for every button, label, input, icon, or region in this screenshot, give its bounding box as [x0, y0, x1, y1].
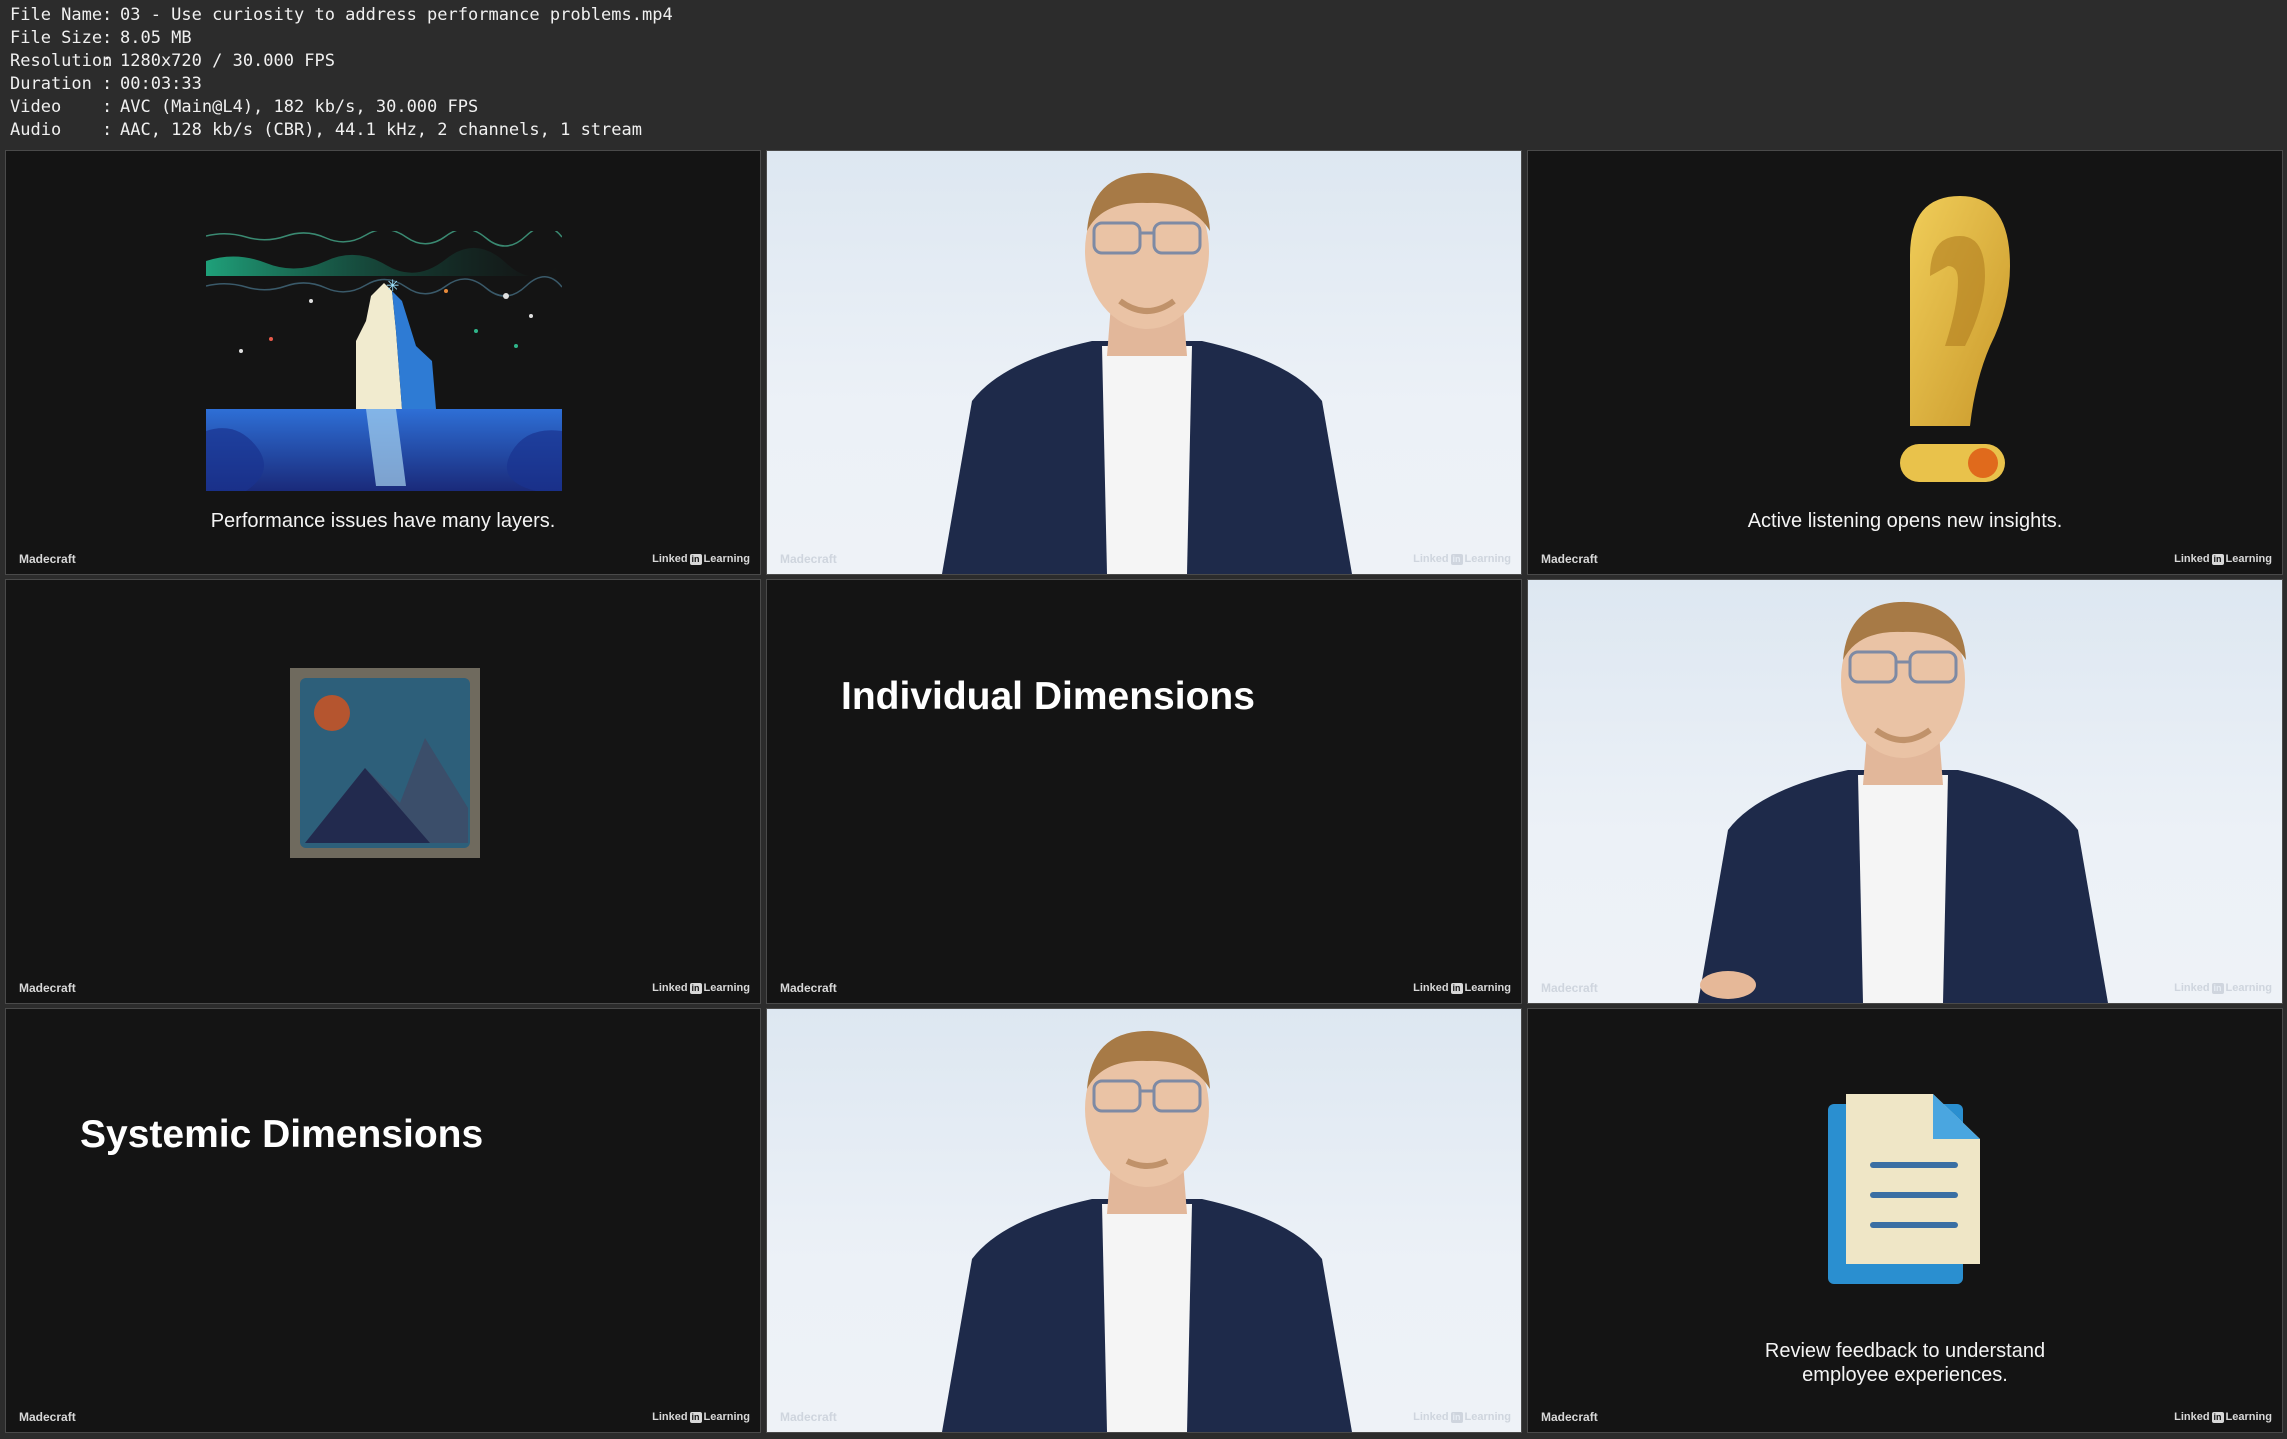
- presenter-figure: [942, 172, 1352, 574]
- madecraft-watermark: Madecraft: [19, 1410, 76, 1424]
- madecraft-watermark: Madecraft: [780, 1410, 837, 1424]
- ear-exclamation-icon: [1900, 196, 2010, 482]
- linkedin-learning-logo: Linked in Learning: [1413, 553, 1511, 565]
- linkedin-in-icon: in: [689, 982, 702, 994]
- file-info-key: Video: [10, 97, 62, 117]
- video-frame-5: Individual Dimensions Madecraft Linked in…: [766, 579, 1522, 1004]
- logo-text: Learning: [1464, 982, 1511, 994]
- frame-caption: Performance issues have many layers.: [210, 510, 556, 532]
- madecraft-watermark: Madecraft: [19, 981, 76, 995]
- logo-text: Linked: [1413, 982, 1449, 994]
- linkedin-in-icon: in: [1450, 1411, 1463, 1423]
- presenter-figure: [1698, 601, 2108, 1003]
- file-info-separator: :: [102, 97, 113, 117]
- logo-text: Linked: [2174, 553, 2210, 565]
- logo-text: Learning: [2225, 982, 2272, 994]
- linkedin-learning-logo: Linked in Learning: [2174, 553, 2272, 565]
- logo-text: Learning: [1464, 1411, 1511, 1423]
- linkedin-in-icon: in: [1450, 553, 1463, 565]
- caption-line: Review feedback to understand: [1764, 1340, 2046, 1362]
- file-info-key: Resolution: [10, 51, 113, 71]
- file-info-value: 03 - Use curiosity to address performanc…: [120, 5, 673, 25]
- file-info-value: 00:03:33: [120, 74, 202, 94]
- video-frame-2: Madecraft Linked in Learning: [766, 150, 1522, 575]
- file-info-value: AAC, 128 kb/s (CBR), 44.1 kHz, 2 channel…: [120, 120, 642, 140]
- caption-line: employee experiences.: [1802, 1364, 2008, 1386]
- slide-title: Systemic Dimensions: [80, 1113, 484, 1156]
- linkedin-learning-logo: Linked in Learning: [2174, 1411, 2272, 1423]
- logo-text: Linked: [652, 553, 688, 565]
- file-info-panel: File Name:03 - Use curiosity to address …: [10, 4, 673, 142]
- file-info-separator: :: [102, 120, 113, 140]
- file-info-key: Duration: [10, 74, 92, 94]
- linkedin-in-icon: in: [689, 1411, 702, 1423]
- image-placeholder-icon: [290, 668, 480, 858]
- logo-text: Learning: [703, 982, 750, 994]
- linkedin-in-icon: in: [2211, 982, 2224, 994]
- video-frame-1: ✳ Performance issues have many layers. M…: [5, 150, 761, 575]
- logo-text: Learning: [703, 1411, 750, 1423]
- document-icon: [1828, 1094, 1980, 1284]
- linkedin-in-icon: in: [2211, 553, 2224, 565]
- file-info-key: File Name: [10, 5, 103, 25]
- file-info-key: Audio: [10, 120, 62, 140]
- svg-text:✳: ✳: [386, 276, 399, 295]
- madecraft-watermark: Madecraft: [780, 981, 837, 995]
- logo-text: Learning: [2225, 553, 2272, 565]
- madecraft-watermark: Madecraft: [19, 552, 76, 566]
- file-info-row: File Name:03 - Use curiosity to address …: [10, 4, 673, 27]
- linkedin-learning-logo: Linked in Learning: [652, 982, 750, 994]
- madecraft-watermark: Madecraft: [780, 552, 837, 566]
- logo-text: Linked: [2174, 982, 2210, 994]
- linkedin-learning-logo: Linked in Learning: [1413, 1411, 1511, 1423]
- iceberg-illustration: ✳: [206, 231, 562, 491]
- logo-text: Linked: [652, 982, 688, 994]
- madecraft-watermark: Madecraft: [1541, 1410, 1598, 1424]
- linkedin-in-icon: in: [689, 553, 702, 565]
- video-frame-9: Review feedback to understand employee e…: [1527, 1008, 2283, 1433]
- madecraft-watermark: Madecraft: [1541, 981, 1598, 995]
- file-info-row: Duration:00:03:33: [10, 73, 673, 96]
- file-info-value: 1280x720 / 30.000 FPS: [120, 51, 335, 71]
- thumbnail-grid: ✳ Performance issues have many layers. M…: [5, 150, 2283, 1434]
- logo-text: Learning: [2225, 1411, 2272, 1423]
- madecraft-watermark: Madecraft: [1541, 552, 1598, 566]
- file-info-separator: :: [102, 28, 113, 48]
- linkedin-in-icon: in: [1450, 982, 1463, 994]
- file-info-row: Resolution:1280x720 / 30.000 FPS: [10, 50, 673, 73]
- linkedin-learning-logo: Linked in Learning: [652, 1411, 750, 1423]
- file-info-separator: :: [102, 5, 113, 25]
- file-info-row: Video: AVC (Main@L4), 182 kb/s, 30.000 FP…: [10, 96, 673, 119]
- logo-text: Learning: [1464, 553, 1511, 565]
- linkedin-learning-logo: Linked in Learning: [1413, 982, 1511, 994]
- file-info-key: File Size: [10, 28, 103, 48]
- frame-caption: Active listening opens new insights.: [1747, 510, 2063, 532]
- slide-title: Individual Dimensions: [841, 675, 1255, 718]
- logo-text: Linked: [2174, 1411, 2210, 1423]
- file-info-separator: :: [102, 51, 113, 71]
- file-info-separator: :: [102, 74, 113, 94]
- linkedin-learning-logo: Linked in Learning: [652, 553, 750, 565]
- file-info-row: File Size:8.05 MB: [10, 27, 673, 50]
- linkedin-learning-logo: Linked in Learning: [2174, 982, 2272, 994]
- logo-text: Linked: [1413, 553, 1449, 565]
- logo-text: Learning: [703, 553, 750, 565]
- video-frame-3: Active listening opens new insights. Mad…: [1527, 150, 2283, 575]
- logo-text: Linked: [1413, 1411, 1449, 1423]
- presenter-figure: [942, 1030, 1352, 1432]
- linkedin-in-icon: in: [2211, 1411, 2224, 1423]
- video-frame-4: Madecraft Linked in Learning: [5, 579, 761, 1004]
- logo-text: Linked: [652, 1411, 688, 1423]
- video-frame-7: Systemic Dimensions Madecraft Linked in Le…: [5, 1008, 761, 1433]
- video-frame-8: Madecraft Linked in Learning: [766, 1008, 1522, 1433]
- file-info-value: 8.05 MB: [120, 28, 192, 48]
- video-frame-6: Madecraft Linked in Learning: [1527, 579, 2283, 1004]
- file-info-row: Audio: AAC, 128 kb/s (CBR), 44.1 kHz, 2 c…: [10, 119, 673, 142]
- file-info-value: AVC (Main@L4), 182 kb/s, 30.000 FPS: [120, 97, 479, 117]
- frame-caption: Review feedback to understand employee e…: [1528, 1339, 2282, 1387]
